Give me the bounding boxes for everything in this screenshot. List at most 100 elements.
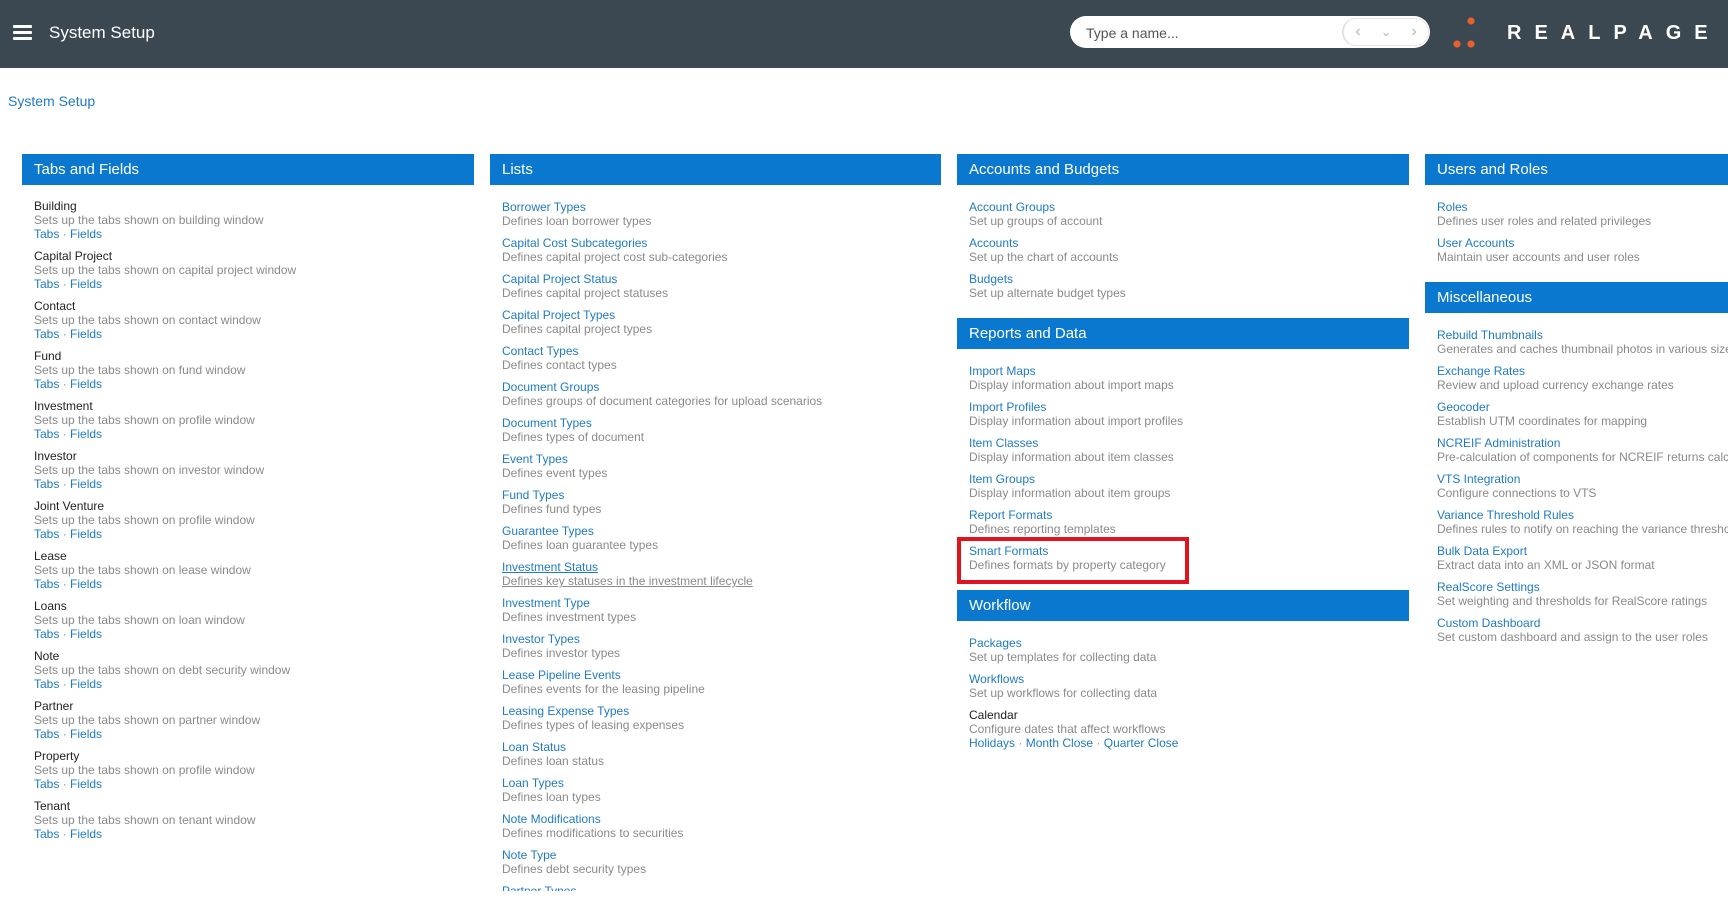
item-title[interactable]: Leasing Expense Types (502, 704, 941, 718)
fields-link[interactable]: Fields (70, 677, 102, 691)
item-title[interactable]: Borrower Types (502, 200, 941, 214)
tabs-link[interactable]: Tabs (34, 277, 59, 291)
tabs-link[interactable]: Tabs (34, 727, 59, 741)
fields-link[interactable]: Fields (70, 527, 102, 541)
item-title[interactable]: Guarantee Types (502, 524, 941, 538)
list-item-partner-types[interactable]: Partner Types (502, 884, 941, 891)
item-title[interactable]: Event Types (502, 452, 941, 466)
fields-link[interactable]: Fields (70, 577, 102, 591)
list-item-borrower-types[interactable]: Borrower Types Defines loan borrower type… (502, 200, 941, 236)
list-item-exchange-rates[interactable]: Exchange Rates Review and upload currency… (1437, 364, 1728, 400)
item-title[interactable]: Workflows (969, 672, 1409, 686)
list-item-note-type[interactable]: Note Type Defines debt security types (502, 848, 941, 884)
quarter-close-link[interactable]: Quarter Close (1104, 736, 1179, 750)
list-item-bulk-data-export[interactable]: Bulk Data Export Extract data into an XML… (1437, 544, 1728, 580)
item-title[interactable]: Loan Types (502, 776, 941, 790)
fields-link[interactable]: Fields (70, 277, 102, 291)
list-item-roles[interactable]: Roles Defines user roles and related priv… (1437, 200, 1728, 236)
item-title[interactable]: Item Groups (969, 472, 1409, 486)
chevron-down-icon[interactable]: ⌄ (1375, 21, 1397, 43)
tabs-link[interactable]: Tabs (34, 377, 59, 391)
item-title[interactable]: Loan Status (502, 740, 941, 754)
fields-link[interactable]: Fields (70, 427, 102, 441)
item-title[interactable]: Investor Types (502, 632, 941, 646)
list-item-leasing-expense-types[interactable]: Leasing Expense Types Defines types of le… (502, 704, 941, 740)
fields-link[interactable]: Fields (70, 627, 102, 641)
menu-icon[interactable] (13, 25, 32, 40)
tabs-link[interactable]: Tabs (34, 627, 59, 641)
list-item-account-groups[interactable]: Account Groups Set up groups of account (969, 200, 1409, 236)
item-title[interactable]: Partner Types (502, 884, 941, 891)
tabs-link[interactable]: Tabs (34, 677, 59, 691)
list-item-contact-types[interactable]: Contact Types Defines contact types (502, 344, 941, 380)
list-item-fund-types[interactable]: Fund Types Defines fund types (502, 488, 941, 524)
item-title[interactable]: Geocoder (1437, 400, 1728, 414)
breadcrumb[interactable]: System Setup (8, 93, 95, 109)
item-title[interactable]: Report Formats (969, 508, 1409, 522)
item-title[interactable]: Import Maps (969, 364, 1409, 378)
list-item-workflows[interactable]: Workflows Set up workflows for collecting… (969, 672, 1409, 708)
item-title[interactable]: User Accounts (1437, 236, 1728, 250)
tabs-link[interactable]: Tabs (34, 827, 59, 841)
list-item-accounts[interactable]: Accounts Set up the chart of accounts (969, 236, 1409, 272)
item-title[interactable]: Note Type (502, 848, 941, 862)
list-item-investment-type[interactable]: Investment Type Defines investment types (502, 596, 941, 632)
item-title[interactable]: Document Types (502, 416, 941, 430)
list-item-lease-pipeline-events[interactable]: Lease Pipeline Events Defines events for … (502, 668, 941, 704)
item-title[interactable]: Investment Status (502, 560, 941, 574)
fields-link[interactable]: Fields (70, 777, 102, 791)
list-item-capital-cost-subcategories[interactable]: Capital Cost Subcategories Defines capita… (502, 236, 941, 272)
list-item-document-types[interactable]: Document Types Defines types of document (502, 416, 941, 452)
list-item-realscore-settings[interactable]: RealScore Settings Set weighting and thre… (1437, 580, 1728, 616)
item-title[interactable]: Import Profiles (969, 400, 1409, 414)
item-title[interactable]: Account Groups (969, 200, 1409, 214)
tabs-link[interactable]: Tabs (34, 777, 59, 791)
list-item-variance-threshold-rules[interactable]: Variance Threshold Rules Defines rules to… (1437, 508, 1728, 544)
search-input[interactable] (1084, 20, 1338, 46)
item-title[interactable]: Capital Project Status (502, 272, 941, 286)
tabs-link[interactable]: Tabs (34, 477, 59, 491)
list-item-rebuild-thumbnails[interactable]: Rebuild Thumbnails Generates and caches t… (1437, 328, 1728, 364)
list-item-loan-status[interactable]: Loan Status Defines loan status (502, 740, 941, 776)
list-item-import-maps[interactable]: Import Maps Display information about imp… (969, 364, 1409, 400)
item-title[interactable]: Investment Type (502, 596, 941, 610)
chevron-right-icon[interactable]: › (1403, 21, 1425, 43)
list-item-import-profiles[interactable]: Import Profiles Display information about… (969, 400, 1409, 436)
fields-link[interactable]: Fields (70, 827, 102, 841)
list-item-budgets[interactable]: Budgets Set up alternate budget types (969, 272, 1409, 308)
list-item-item-groups[interactable]: Item Groups Display information about ite… (969, 472, 1409, 508)
item-title[interactable]: RealScore Settings (1437, 580, 1728, 594)
tabs-link[interactable]: Tabs (34, 327, 59, 341)
fields-link[interactable]: Fields (70, 327, 102, 341)
list-item-item-classes[interactable]: Item Classes Display information about it… (969, 436, 1409, 472)
chevron-left-icon[interactable]: ‹ (1347, 21, 1369, 43)
list-item-investor-types[interactable]: Investor Types Defines investor types (502, 632, 941, 668)
list-item-geocoder[interactable]: Geocoder Establish UTM coordinates for ma… (1437, 400, 1728, 436)
list-item-investment-status[interactable]: Investment Status Defines key statuses in… (502, 560, 941, 596)
item-title[interactable]: Accounts (969, 236, 1409, 250)
list-item-custom-dashboard[interactable]: Custom Dashboard Set custom dashboard and… (1437, 616, 1728, 652)
month-close-link[interactable]: Month Close (1026, 736, 1093, 750)
tabs-link[interactable]: Tabs (34, 577, 59, 591)
item-title[interactable]: Roles (1437, 200, 1728, 214)
item-title[interactable]: Contact Types (502, 344, 941, 358)
list-item-note-modifications[interactable]: Note Modifications Defines modifications … (502, 812, 941, 848)
list-item-guarantee-types[interactable]: Guarantee Types Defines loan guarantee ty… (502, 524, 941, 560)
item-title[interactable]: Document Groups (502, 380, 941, 394)
list-item-user-accounts[interactable]: User Accounts Maintain user accounts and … (1437, 236, 1728, 272)
fields-link[interactable]: Fields (70, 227, 102, 241)
item-title[interactable]: Capital Project Types (502, 308, 941, 322)
tabs-link[interactable]: Tabs (34, 427, 59, 441)
list-item-ncreif-administration[interactable]: NCREIF Administration Pre-calculation of … (1437, 436, 1728, 472)
item-title[interactable]: Budgets (969, 272, 1409, 286)
tabs-link[interactable]: Tabs (34, 227, 59, 241)
tabs-link[interactable]: Tabs (34, 527, 59, 541)
item-title[interactable]: Note Modifications (502, 812, 941, 826)
item-title[interactable]: Item Classes (969, 436, 1409, 450)
item-title[interactable]: Rebuild Thumbnails (1437, 328, 1728, 342)
item-title[interactable]: Variance Threshold Rules (1437, 508, 1728, 522)
item-title[interactable]: NCREIF Administration (1437, 436, 1728, 450)
item-title[interactable]: Packages (969, 636, 1409, 650)
item-title[interactable]: VTS Integration (1437, 472, 1728, 486)
fields-link[interactable]: Fields (70, 477, 102, 491)
